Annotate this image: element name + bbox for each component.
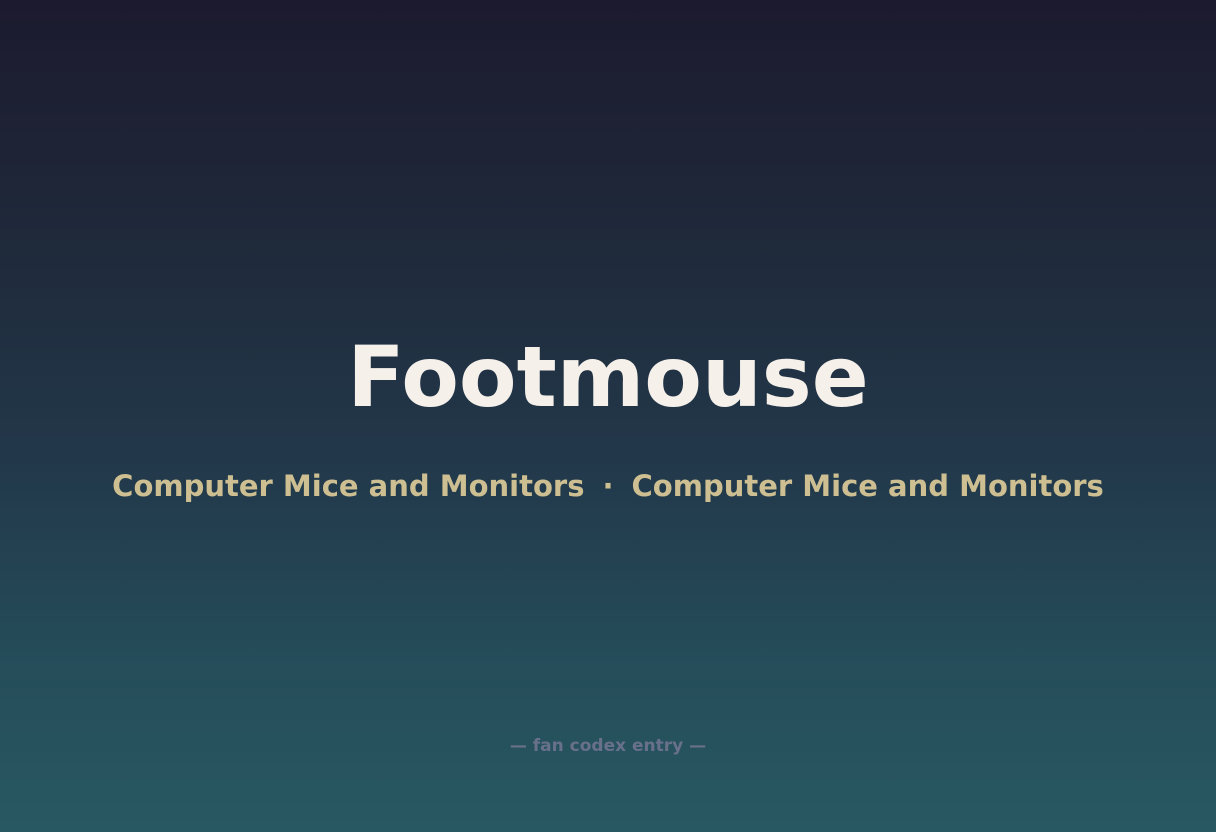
subtitle-separator: · bbox=[602, 469, 614, 503]
subtitle-right: Computer Mice and Monitors bbox=[631, 469, 1104, 503]
page-title: Footmouse bbox=[347, 328, 869, 426]
subtitle-left: Computer Mice and Monitors bbox=[112, 469, 585, 503]
subtitle: Computer Mice and Monitors · Computer Mice… bbox=[0, 466, 1216, 506]
footer-caption: — fan codex entry — bbox=[509, 736, 707, 756]
